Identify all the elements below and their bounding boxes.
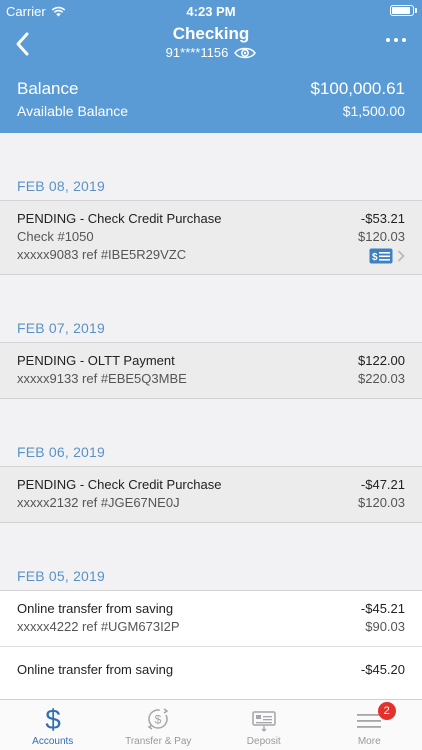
check-deposit-icon [252, 711, 276, 732]
transaction-row[interactable]: PENDING - OLTT Payment $122.00 xxxxx9133… [0, 342, 422, 399]
balance-row: Balance $100,000.61 [17, 79, 405, 99]
transaction-title: PENDING - Check Credit Purchase [17, 477, 222, 492]
tab-label: More [357, 736, 381, 747]
transaction-reference: xxxxx2132 ref #JGE67NE0J [17, 495, 180, 510]
dollar-icon: $ [45, 705, 61, 733]
transaction-balance: $120.03 [358, 495, 405, 510]
tab-label: Deposit [246, 736, 281, 747]
tab-accounts[interactable]: $ Accounts [0, 700, 106, 750]
more-options-icon[interactable] [386, 38, 406, 42]
tab-transfer-pay[interactable]: $ Transfer & Pay [106, 700, 212, 750]
tab-deposit[interactable]: Deposit [211, 700, 317, 750]
chevron-right-icon[interactable] [397, 250, 405, 262]
tab-label: Transfer & Pay [125, 736, 192, 747]
transaction-title: Online transfer from saving [17, 601, 174, 616]
transaction-row[interactable]: PENDING - Check Credit Purchase -$47.21 … [0, 466, 422, 523]
transaction-amount: -$53.21 [360, 211, 405, 226]
transaction-row[interactable]: PENDING - Check Credit Purchase -$53.21 … [0, 200, 422, 275]
svg-text:$: $ [372, 252, 378, 263]
account-number: 91****1156 [165, 45, 229, 60]
transaction-title: PENDING - OLTT Payment [17, 353, 175, 368]
transaction-amount: $122.00 [358, 353, 405, 368]
transaction-title: Online transfer from saving [17, 662, 174, 677]
available-balance-row: Available Balance $1,500.00 [17, 103, 405, 119]
transaction-row[interactable]: Online transfer from saving -$45.21 xxxx… [0, 590, 422, 646]
section-date: FEB 05, 2019 [17, 568, 106, 584]
available-balance-value: $1,500.00 [342, 103, 405, 119]
page-title: Checking [172, 24, 250, 43]
check-image-icon[interactable]: $ [369, 248, 393, 264]
transfer-icon: $ [147, 708, 169, 730]
available-balance-label: Available Balance [17, 103, 129, 119]
battery-icon [390, 5, 417, 16]
tab-more[interactable]: More 2 [317, 700, 422, 750]
transaction-row[interactable]: Online transfer from saving -$45.20 [0, 646, 422, 699]
transaction-amount: -$47.21 [360, 477, 405, 492]
eye-icon[interactable] [234, 46, 257, 60]
balance-value: $100,000.61 [310, 79, 405, 98]
transaction-detail: Check #1050 [17, 229, 94, 244]
transaction-amount: -$45.21 [360, 601, 405, 616]
section-date: FEB 07, 2019 [17, 320, 106, 336]
svg-text:$: $ [45, 705, 61, 733]
balance-label: Balance [17, 79, 79, 98]
account-header: Carrier 4:23 PM Checking 91****1156 Bala… [0, 0, 422, 133]
account-number-row: 91****1156 [0, 45, 422, 60]
notification-badge: 2 [377, 702, 396, 720]
transaction-title: PENDING - Check Credit Purchase [17, 211, 222, 226]
transaction-amount: -$45.20 [360, 662, 405, 677]
transaction-reference: xxxxx4222 ref #UGM673I2P [17, 619, 180, 634]
section-date: FEB 06, 2019 [17, 444, 106, 460]
tab-label: Accounts [32, 736, 74, 747]
section-date: FEB 08, 2019 [17, 178, 106, 194]
clock: 4:23 PM [186, 4, 236, 19]
transaction-list[interactable]: FEB 08, 2019 PENDING - Check Credit Purc… [0, 133, 422, 699]
svg-text:$: $ [155, 713, 162, 727]
transaction-reference: xxxxx9133 ref #EBE5Q3MBE [17, 371, 187, 386]
transaction-reference: xxxxx9083 ref #IBE5R29VZC [17, 247, 187, 262]
transaction-balance: $90.03 [365, 619, 405, 634]
status-bar: Carrier 4:23 PM [0, 0, 422, 22]
tab-bar: $ Accounts $ Transfer & Pay Deposit More [0, 699, 422, 750]
transaction-balance: $220.03 [358, 371, 405, 386]
transaction-balance: $120.03 [358, 229, 405, 244]
